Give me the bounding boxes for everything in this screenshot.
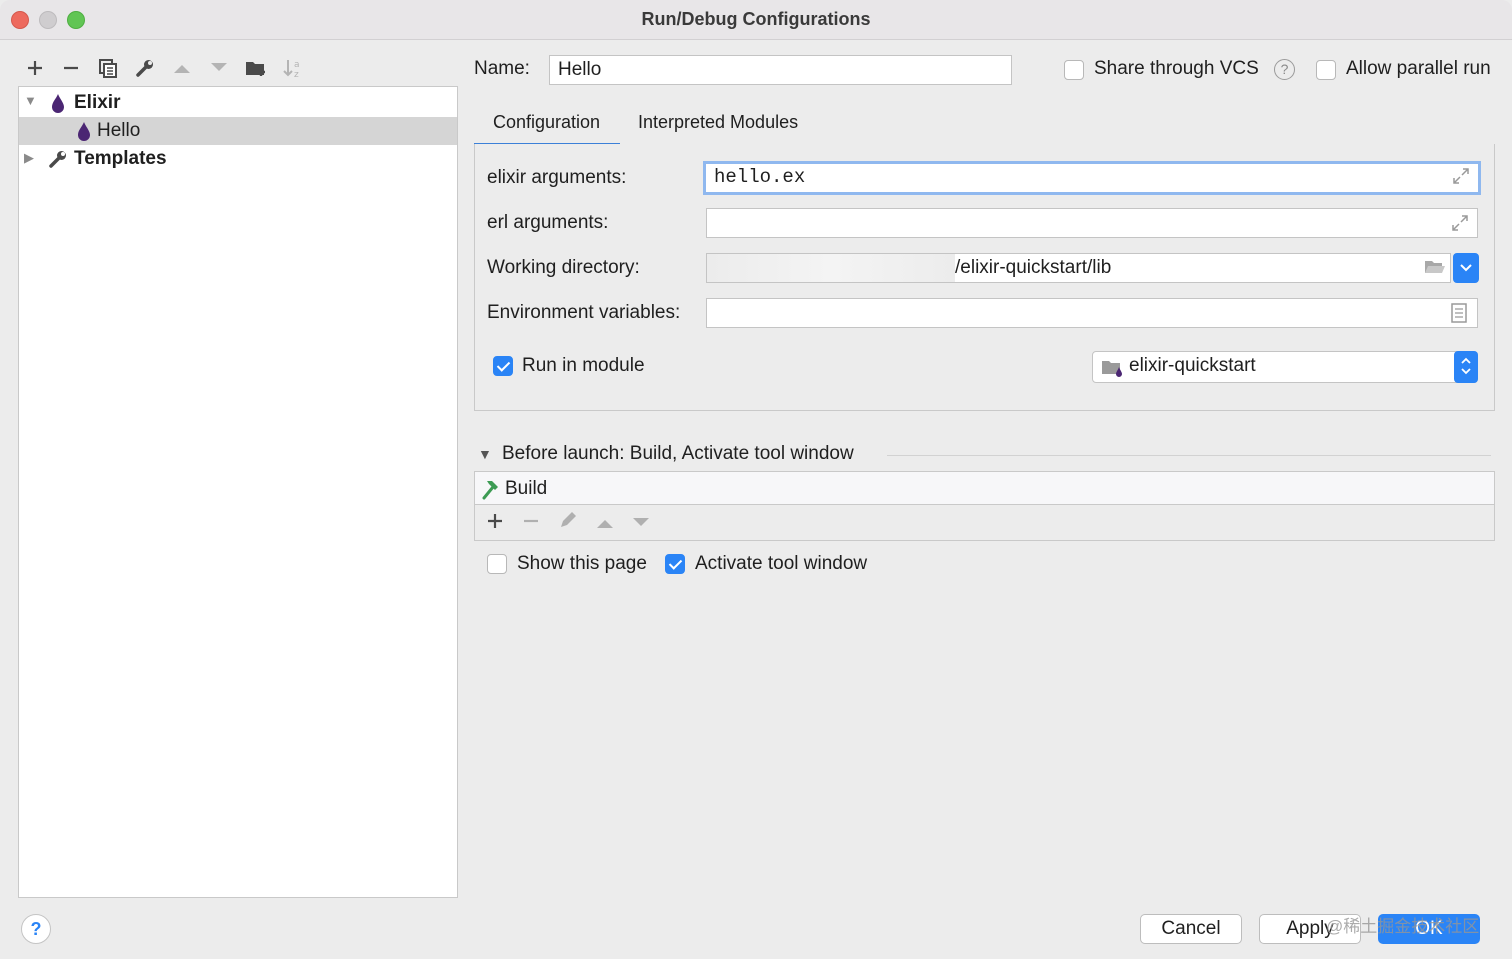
expand-icon[interactable]	[1452, 167, 1470, 185]
before-launch-list: Build	[474, 471, 1495, 541]
configurations-tree: ▼ Elixir Hello ▶ Templates	[18, 86, 458, 898]
hammer-icon	[479, 478, 501, 505]
working-directory-input[interactable]: /elixir-quickstart/lib	[706, 253, 1451, 283]
elixir-arguments-label: elixir arguments:	[487, 167, 627, 188]
minus-icon[interactable]	[518, 510, 544, 536]
plus-icon[interactable]	[19, 52, 51, 84]
document-icon[interactable]	[1451, 303, 1469, 323]
minus-icon[interactable]	[55, 52, 87, 84]
run-in-module-label: Run in module	[522, 355, 645, 376]
folder-add-icon[interactable]	[240, 52, 272, 84]
allow-parallel-label: Allow parallel run	[1346, 58, 1491, 79]
expand-icon[interactable]	[1451, 214, 1469, 232]
name-input[interactable]: Hello	[549, 55, 1012, 85]
module-dropdown-button[interactable]	[1454, 351, 1478, 383]
svg-text:z: z	[294, 70, 299, 78]
redacted-path	[707, 254, 955, 282]
elixir-drop-icon	[51, 93, 65, 113]
show-page-label: Show this page	[517, 553, 647, 574]
tree-item-hello[interactable]: Hello	[19, 117, 457, 145]
run-in-module-checkbox[interactable]	[493, 356, 513, 376]
module-select[interactable]: elixir-quickstart	[1092, 351, 1478, 383]
tree-item-elixir[interactable]: ▼ Elixir	[19, 89, 457, 117]
share-vcs-checkbox[interactable]	[1064, 60, 1084, 80]
working-directory-value: /elixir-quickstart/lib	[955, 257, 1112, 278]
elixir-arguments-value: hello.ex	[714, 166, 806, 188]
copy-icon[interactable]	[92, 52, 124, 84]
tree-item-templates[interactable]: ▶ Templates	[19, 145, 457, 173]
folder-icon[interactable]	[1424, 258, 1446, 276]
before-launch-title: Before launch: Build, Activate tool wind…	[502, 443, 854, 464]
erl-arguments-label: erl arguments:	[487, 212, 609, 233]
show-page-checkbox[interactable]	[487, 554, 507, 574]
elixir-arguments-input[interactable]: hello.ex	[703, 161, 1481, 195]
allow-parallel-checkbox[interactable]	[1316, 60, 1336, 80]
environment-variables-input[interactable]	[706, 298, 1478, 328]
sort-icon[interactable]: az	[277, 52, 309, 84]
config-tabs: Configuration Interpreted Modules	[474, 104, 1495, 146]
share-vcs-label: Share through VCS	[1094, 58, 1259, 79]
plus-icon[interactable]	[482, 510, 508, 536]
cancel-button[interactable]: Cancel	[1140, 914, 1242, 944]
working-directory-dropdown-button[interactable]	[1453, 253, 1479, 283]
separator	[887, 455, 1491, 456]
help-icon[interactable]: ?	[1274, 59, 1295, 80]
environment-variables-label: Environment variables:	[487, 302, 681, 323]
wrench-icon[interactable]	[129, 52, 161, 84]
elixir-drop-icon	[77, 121, 91, 141]
name-label: Name:	[474, 58, 530, 79]
arrow-up-icon[interactable]	[592, 510, 618, 536]
configurations-toolbar: az	[18, 52, 458, 84]
build-label: Build	[505, 478, 548, 499]
dialog-window: Run/Debug Configurations az ▼ Elixir Hel…	[0, 0, 1512, 959]
tab-interpreted-modules[interactable]: Interpreted Modules	[638, 104, 818, 146]
arrow-up-icon[interactable]	[166, 52, 198, 84]
activate-tool-window-checkbox[interactable]	[665, 554, 685, 574]
tree-item-label: Templates	[74, 148, 167, 169]
svg-text:a: a	[294, 60, 300, 70]
tab-configuration[interactable]: Configuration	[474, 104, 620, 146]
window-title: Run/Debug Configurations	[641, 9, 871, 29]
tree-item-label: Hello	[97, 120, 141, 141]
title-bar: Run/Debug Configurations	[0, 0, 1512, 40]
collapse-arrow-icon[interactable]: ▼	[478, 446, 502, 462]
activate-tool-window-label: Activate tool window	[695, 553, 868, 574]
expand-arrow-icon[interactable]: ▼	[24, 93, 37, 108]
before-launch-header[interactable]: ▼ Before launch: Build, Activate tool win…	[478, 443, 854, 465]
watermark: @稀土掘金技术社区	[1326, 917, 1480, 936]
list-item-build[interactable]: Build	[475, 472, 1494, 505]
erl-arguments-input[interactable]	[706, 208, 1478, 238]
edit-icon[interactable]	[555, 510, 581, 536]
tree-item-label: Elixir	[74, 92, 121, 113]
arrow-down-icon[interactable]	[203, 52, 235, 84]
module-folder-icon	[1101, 358, 1125, 383]
help-button[interactable]: ?	[21, 914, 51, 944]
arrow-down-icon[interactable]	[628, 510, 654, 536]
working-directory-label: Working directory:	[487, 257, 640, 278]
collapse-arrow-icon[interactable]: ▶	[24, 150, 34, 166]
module-value: elixir-quickstart	[1129, 355, 1256, 376]
wrench-icon	[48, 149, 68, 169]
